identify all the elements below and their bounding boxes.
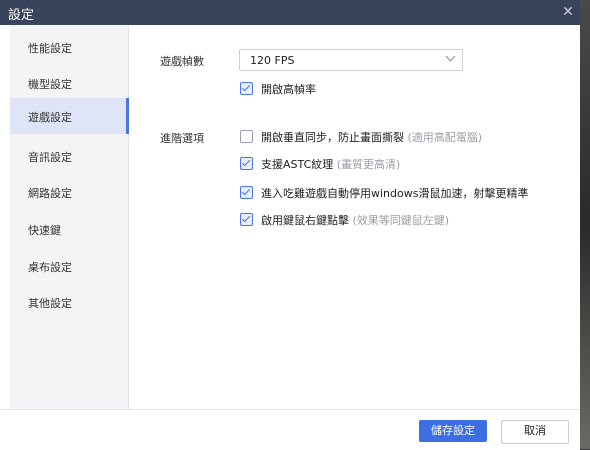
checkbox-unchecked-icon [240, 130, 253, 143]
sidebar-item-label: 音訊設定 [28, 151, 72, 164]
sidebar-item-label: 其他設定 [28, 297, 72, 310]
advanced-options-label: 進階選項 [160, 132, 204, 145]
sidebar-item-audio[interactable]: 音訊設定 [10, 138, 128, 174]
sidebar-item-label: 網路設定 [28, 187, 72, 200]
fps-select[interactable]: 120 FPS [239, 49, 463, 71]
high-fps-label: 開啟高幀率 [261, 83, 316, 96]
close-icon[interactable]: ✕ [558, 2, 578, 22]
settings-sidebar: 性能設定 機型設定 遊戲設定 音訊設定 網路設定 快速鍵 桌布設定 其他設定 [10, 25, 129, 409]
save-button[interactable]: 儲存設定 [419, 420, 487, 442]
background-right-edge [580, 0, 590, 449]
checkbox-checked-icon [240, 213, 253, 226]
chevron-down-icon [445, 51, 456, 62]
astc-label: 支援ASTC紋理 [261, 158, 334, 171]
dialog-footer: 儲存設定 取消 [0, 409, 580, 450]
astc-hint: (畫質更高清) [336, 158, 401, 171]
sidebar-item-label: 桌布設定 [28, 261, 72, 274]
fps-label: 遊戲幀數 [160, 55, 204, 68]
disable-mouse-accel-label: 進入吃雞遊戲自動停用windows滑鼠加速，射擊更精準 [261, 187, 529, 200]
sidebar-item-other[interactable]: 其他設定 [10, 284, 128, 320]
sidebar-item-device-model[interactable]: 機型設定 [10, 65, 128, 101]
checkbox-checked-icon [240, 157, 253, 170]
sidebar-item-hotkeys[interactable]: 快速鍵 [10, 211, 128, 247]
settings-dialog: 設定 ✕ 性能設定 機型設定 遊戲設定 音訊設定 網路設定 快速鍵 桌布設定 其… [0, 0, 580, 450]
cancel-button[interactable]: 取消 [501, 420, 569, 444]
vsync-label: 開啟垂直同步，防止畫面撕裂 [261, 131, 404, 144]
sidebar-item-label: 快速鍵 [28, 224, 61, 237]
right-click-label: 啟用鍵鼠右鍵點擊 [261, 214, 349, 227]
sidebar-item-label: 性能設定 [28, 42, 72, 55]
sidebar-item-label: 遊戲設定 [28, 111, 72, 124]
sidebar-item-network[interactable]: 網路設定 [10, 174, 128, 210]
sidebar-item-performance[interactable]: 性能設定 [10, 29, 128, 65]
fps-select-value: 120 FPS [250, 54, 295, 67]
sidebar-item-game[interactable]: 遊戲設定 [10, 98, 129, 134]
right-click-option-text: 啟用鍵鼠右鍵點擊 (效果等同鍵鼠左鍵) [261, 212, 449, 228]
vsync-hint: (適用高配電腦) [407, 131, 483, 144]
checkbox-checked-icon [240, 186, 253, 199]
astc-option-text: 支援ASTC紋理 (畫質更高清) [261, 156, 400, 172]
sidebar-item-wallpaper[interactable]: 桌布設定 [10, 248, 128, 284]
right-click-hint: (效果等同鍵鼠左鍵) [352, 214, 450, 227]
title-bar: 設定 ✕ [0, 0, 580, 25]
sidebar-item-label: 機型設定 [28, 78, 72, 91]
dialog-title: 設定 [8, 8, 35, 23]
vsync-option-text: 開啟垂直同步，防止畫面撕裂 (適用高配電腦) [261, 129, 482, 145]
game-settings-panel: 遊戲幀數 120 FPS 開啟高幀率 進階選項 開啟垂直同步，防止畫面撕裂 (適… [129, 25, 580, 409]
checkbox-checked-icon [240, 82, 253, 95]
